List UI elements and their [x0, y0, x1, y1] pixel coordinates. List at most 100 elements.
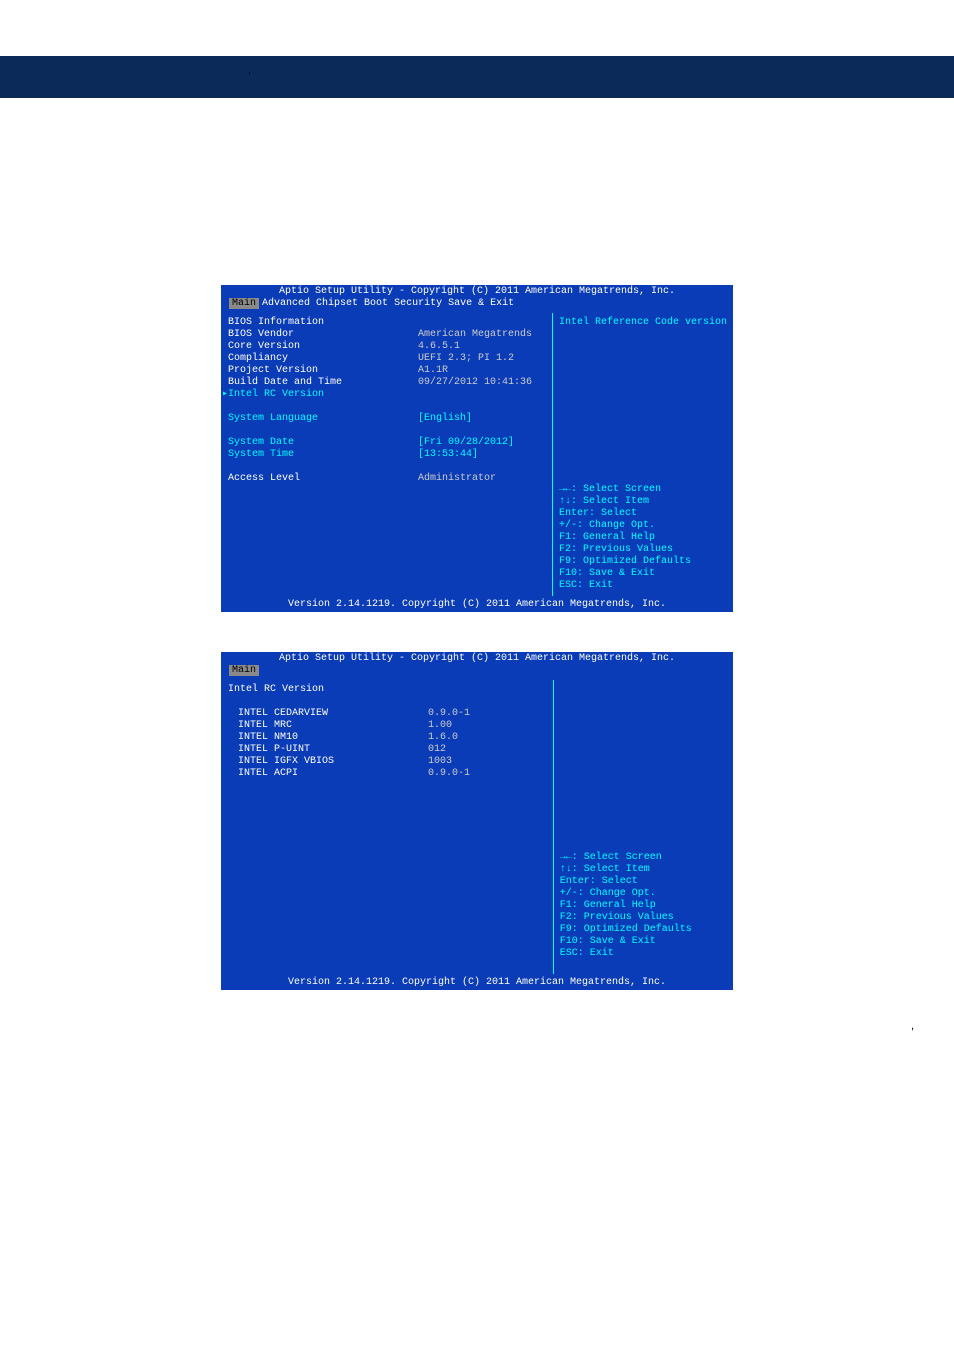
- help-general: F1: General Help: [560, 900, 726, 912]
- help-select-item: ↑↓: Select Item: [559, 496, 726, 508]
- value: 1.00: [428, 720, 452, 732]
- bios-help-pane: Intel Reference Code version →←: Select …: [553, 313, 732, 596]
- row-system-language[interactable]: System Language[English]: [228, 413, 546, 425]
- label: INTEL MRC: [228, 720, 428, 732]
- tab-advanced[interactable]: Advanced: [259, 298, 313, 309]
- label: INTEL ACPI: [228, 768, 428, 780]
- row-intel-igfx-vbios: INTEL IGFX VBIOS1003: [228, 756, 547, 768]
- row-build-date: Build Date and Time09/27/2012 10:41:36: [228, 377, 546, 389]
- bios-header: Aptio Setup Utility - Copyright (C) 2011…: [221, 285, 733, 312]
- footer-comma: ,: [0, 1020, 954, 1032]
- label: Core Version: [228, 341, 418, 353]
- help-previous: F2: Previous Values: [560, 912, 726, 924]
- label: Project Version: [228, 365, 418, 377]
- row-bios-information: BIOS Information: [228, 317, 546, 329]
- label: INTEL IGFX VBIOS: [228, 756, 428, 768]
- stray-comma: ,: [248, 64, 251, 76]
- value: 012: [428, 744, 446, 756]
- bios-body: BIOS Information BIOS VendorAmerican Meg…: [221, 312, 733, 597]
- help-description: Intel Reference Code version: [559, 317, 726, 329]
- bios-footer: Version 2.14.1219. Copyright (C) 2011 Am…: [221, 597, 733, 612]
- bios-screen-main: Aptio Setup Utility - Copyright (C) 2011…: [221, 285, 733, 612]
- spacer: [0, 612, 954, 652]
- label: BIOS Vendor: [228, 329, 418, 341]
- value: 1003: [428, 756, 452, 768]
- help-enter: Enter: Select: [559, 508, 726, 520]
- label: Compliancy: [228, 353, 418, 365]
- value: [Fri 09/28/2012]: [418, 437, 514, 449]
- help-select-screen: →←: Select Screen: [559, 484, 726, 496]
- blue-banner: [0, 56, 954, 98]
- help-select-item: ↑↓: Select Item: [560, 864, 726, 876]
- tab-save-exit[interactable]: Save & Exit: [445, 298, 517, 309]
- row-intel-mrc: INTEL MRC1.00: [228, 720, 547, 732]
- help-save-exit: F10: Save & Exit: [559, 568, 726, 580]
- bios-title: Aptio Setup Utility - Copyright (C) 2011…: [221, 286, 733, 297]
- row-project-version: Project VersionA1.1R: [228, 365, 546, 377]
- bios-left-pane: BIOS Information BIOS VendorAmerican Meg…: [222, 313, 553, 596]
- help-optimized: F9: Optimized Defaults: [560, 924, 726, 936]
- help-change-opt: +/-: Change Opt.: [560, 888, 726, 900]
- row-intel-nm10: INTEL NM101.6.0: [228, 732, 547, 744]
- help-previous: F2: Previous Values: [559, 544, 726, 556]
- row-intel-rc-version-header: Intel RC Version: [228, 684, 547, 696]
- label: Access Level: [228, 473, 418, 485]
- help-select-screen: →←: Select Screen: [560, 852, 726, 864]
- value: 09/27/2012 10:41:36: [418, 377, 532, 389]
- label: INTEL NM10: [228, 732, 428, 744]
- row-intel-acpi: INTEL ACPI0.9.0-1: [228, 768, 547, 780]
- label: System Time: [228, 449, 418, 461]
- help-esc: ESC: Exit: [559, 580, 726, 592]
- bios-tab-bar[interactable]: Main Advanced Chipset Boot Security Save…: [221, 298, 733, 309]
- help-general: F1: General Help: [559, 532, 726, 544]
- label: Intel RC Version: [228, 684, 418, 696]
- submenu-arrow-icon: ▸: [222, 389, 228, 401]
- value: [13:53:44]: [418, 449, 478, 461]
- bios-header: Aptio Setup Utility - Copyright (C) 2011…: [221, 652, 733, 679]
- value: A1.1R: [418, 365, 448, 377]
- bios-tab-bar[interactable]: Main: [221, 665, 733, 676]
- row-intel-cedarview: INTEL CEDARVIEW0.9.0-1: [228, 708, 547, 720]
- page-header-blank: [0, 0, 954, 20]
- bios-footer: Version 2.14.1219. Copyright (C) 2011 Am…: [221, 975, 733, 990]
- value: Administrator: [418, 473, 496, 485]
- label: System Date: [228, 437, 418, 449]
- value: 0.9.0-1: [428, 708, 470, 720]
- row-system-date[interactable]: System Date[Fri 09/28/2012]: [228, 437, 546, 449]
- tab-boot[interactable]: Boot: [361, 298, 391, 309]
- row-core-version: Core Version4.6.5.1: [228, 341, 546, 353]
- row-intel-puint: INTEL P-UINT012: [228, 744, 547, 756]
- value: 1.6.0: [428, 732, 458, 744]
- help-esc: ESC: Exit: [560, 948, 726, 960]
- bios-left-pane: Intel RC Version INTEL CEDARVIEW0.9.0-1 …: [222, 680, 554, 974]
- value: UEFI 2.3; PI 1.2: [418, 353, 514, 365]
- row-system-time[interactable]: System Time[13:53:44]: [228, 449, 546, 461]
- label: System Language: [228, 413, 418, 425]
- value: American Megatrends: [418, 329, 532, 341]
- value: 4.6.5.1: [418, 341, 460, 353]
- row-bios-vendor: BIOS VendorAmerican Megatrends: [228, 329, 546, 341]
- tab-chipset[interactable]: Chipset: [313, 298, 361, 309]
- label: INTEL P-UINT: [228, 744, 428, 756]
- bios-body: Intel RC Version INTEL CEDARVIEW0.9.0-1 …: [221, 679, 733, 975]
- row-access-level: Access LevelAdministrator: [228, 473, 546, 485]
- row-intel-rc-version[interactable]: ▸ Intel RC Version: [228, 389, 546, 401]
- label: Build Date and Time: [228, 377, 418, 389]
- tab-main[interactable]: Main: [229, 665, 259, 676]
- label: INTEL CEDARVIEW: [228, 708, 428, 720]
- help-change-opt: +/-: Change Opt.: [559, 520, 726, 532]
- spacer: [0, 98, 954, 285]
- tab-security[interactable]: Security: [391, 298, 445, 309]
- label: BIOS Information: [228, 317, 418, 329]
- bios-title: Aptio Setup Utility - Copyright (C) 2011…: [221, 653, 733, 664]
- value: [English]: [418, 413, 472, 425]
- row-compliancy: CompliancyUEFI 2.3; PI 1.2: [228, 353, 546, 365]
- bios-help-pane: →←: Select Screen ↑↓: Select Item Enter:…: [554, 680, 732, 974]
- help-enter: Enter: Select: [560, 876, 726, 888]
- value: 0.9.0-1: [428, 768, 470, 780]
- tab-main[interactable]: Main: [229, 298, 259, 309]
- help-optimized: F9: Optimized Defaults: [559, 556, 726, 568]
- label: Intel RC Version: [228, 389, 418, 401]
- help-save-exit: F10: Save & Exit: [560, 936, 726, 948]
- bios-screen-intel-rc: Aptio Setup Utility - Copyright (C) 2011…: [221, 652, 733, 990]
